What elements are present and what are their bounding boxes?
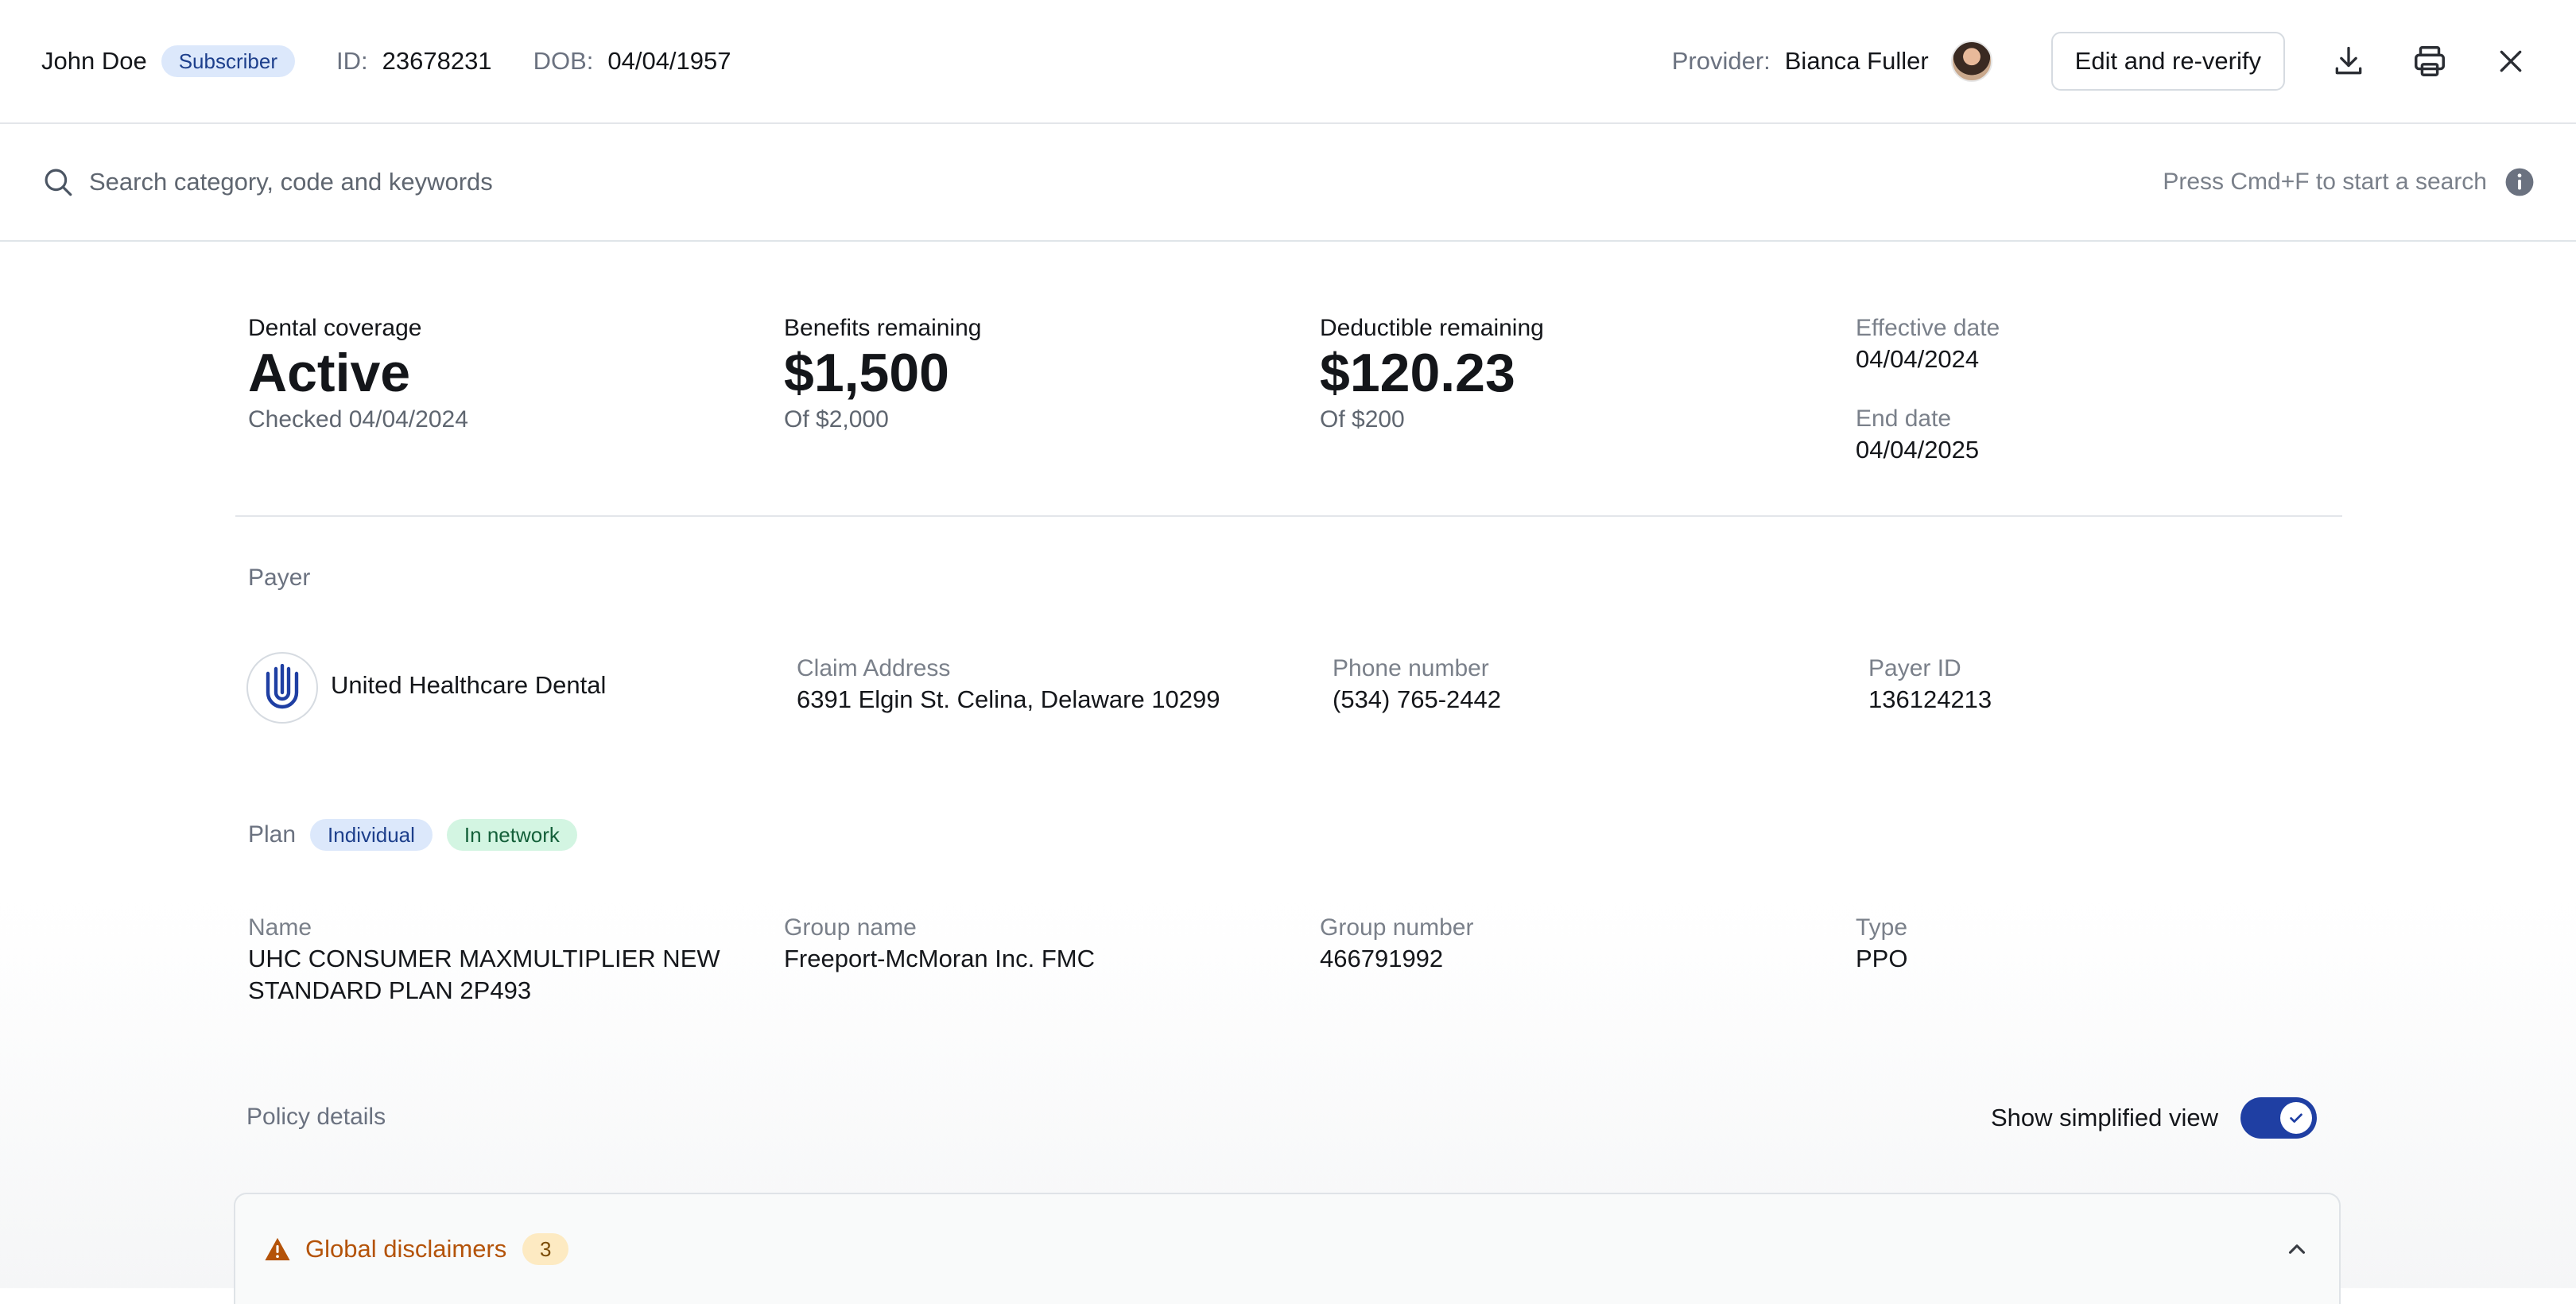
global-disclaimers-title: Global disclaimers bbox=[305, 1235, 507, 1263]
simplified-view-label: Show simplified view bbox=[1991, 1104, 2218, 1131]
dental-coverage-status: Active bbox=[248, 343, 411, 403]
search-icon bbox=[45, 169, 72, 196]
download-icon bbox=[2335, 46, 2362, 75]
plan-type-label: Type bbox=[1856, 914, 1908, 941]
payer-id: Payer ID 136124213 bbox=[1868, 655, 1992, 714]
benefits-remaining: Benefits remaining $1,500 Of $2,000 bbox=[784, 315, 981, 433]
search-bar: Press Cmd+F to start a search bbox=[0, 124, 2576, 242]
global-disclaimers-count: 3 bbox=[522, 1233, 569, 1265]
close-icon bbox=[2500, 50, 2522, 72]
phone-number-label: Phone number bbox=[1333, 655, 1489, 681]
dental-coverage: Dental coverage Active Checked 04/04/202… bbox=[248, 315, 468, 433]
check-icon bbox=[2290, 1113, 2302, 1123]
phone-number-value: (534) 765-2442 bbox=[1333, 685, 1501, 713]
coverage-summary: Dental coverage Active Checked 04/04/202… bbox=[235, 242, 2342, 517]
deductible-remaining-label: Deductible remaining bbox=[1320, 315, 1544, 341]
claim-address-value: 6391 Elgin St. Celina, Delaware 10299 bbox=[797, 685, 1220, 713]
simplified-view-control: Show simplified view bbox=[1991, 1097, 2317, 1139]
main-content: Dental coverage Active Checked 04/04/202… bbox=[234, 242, 2342, 1304]
close-button[interactable] bbox=[2487, 37, 2535, 85]
united-healthcare-logo-icon bbox=[266, 664, 299, 709]
search-hint: Press Cmd+F to start a search bbox=[2163, 169, 2487, 195]
group-name-value: Freeport-McMoran Inc. FMC bbox=[784, 945, 1096, 972]
chevron-up-icon[interactable] bbox=[2283, 1236, 2310, 1263]
group-name-label: Group name bbox=[784, 914, 917, 941]
end-date-value: 04/04/2025 bbox=[1856, 436, 1980, 464]
plan-name-label: Name bbox=[248, 914, 312, 941]
download-button[interactable] bbox=[2325, 37, 2372, 85]
patient-id-value: 23678231 bbox=[382, 47, 492, 75]
group-number-value: 466791992 bbox=[1320, 945, 1444, 972]
payer-id-value: 136124213 bbox=[1868, 685, 1992, 713]
info-icon[interactable] bbox=[2504, 167, 2535, 197]
patient-id: ID: 23678231 bbox=[336, 47, 492, 76]
edit-reverify-button[interactable]: Edit and re-verify bbox=[2050, 32, 2285, 91]
toggle-knob bbox=[2280, 1102, 2312, 1134]
deductible-remaining-value: $120.23 bbox=[1320, 343, 1515, 403]
provider-label: Provider: bbox=[1671, 47, 1771, 75]
group-name: Group name Freeport-McMoran Inc. FMC bbox=[784, 914, 1095, 973]
subscriber-badge: Subscriber bbox=[161, 45, 295, 77]
group-number-label: Group number bbox=[1320, 914, 1474, 941]
printer-icon bbox=[2415, 46, 2445, 76]
benefits-remaining-label: Benefits remaining bbox=[784, 315, 982, 341]
claim-address-label: Claim Address bbox=[797, 655, 951, 681]
end-date-label: End date bbox=[1856, 406, 1952, 432]
deductible-remaining: Deductible remaining $120.23 Of $200 bbox=[1320, 315, 1544, 433]
print-button[interactable] bbox=[2406, 37, 2454, 85]
patient-dob-label: DOB: bbox=[533, 47, 594, 75]
benefits-remaining-value: $1,500 bbox=[784, 343, 949, 403]
dental-coverage-checked: Checked 04/04/2024 bbox=[248, 406, 468, 433]
patient-name: John Doe bbox=[41, 47, 147, 75]
deductible-remaining-total: Of $200 bbox=[1320, 406, 1405, 433]
warning-icon bbox=[265, 1237, 290, 1261]
coverage-dates: Effective date 04/04/2024 End date 04/04… bbox=[1856, 315, 2000, 464]
dental-coverage-label: Dental coverage bbox=[248, 315, 422, 341]
provider-name: Bianca Fuller bbox=[1784, 47, 1929, 75]
payer-logo bbox=[246, 652, 318, 724]
benefits-remaining-total: Of $2,000 bbox=[784, 406, 889, 433]
patient-header: John Doe Subscriber ID: 23678231 DOB: 04… bbox=[0, 0, 2576, 124]
claim-address: Claim Address 6391 Elgin St. Celina, Del… bbox=[797, 655, 1220, 714]
payer-name: United Healthcare Dental bbox=[331, 671, 607, 699]
policy-details-label: Policy details bbox=[246, 1104, 386, 1130]
payer-phone: Phone number (534) 765-2442 bbox=[1333, 655, 1501, 714]
search-input[interactable] bbox=[87, 167, 1201, 197]
plan-type-value: PPO bbox=[1856, 945, 1908, 972]
patient-id-label: ID: bbox=[336, 47, 368, 75]
effective-date-value: 04/04/2024 bbox=[1856, 345, 1980, 373]
plan-name-line-2: STANDARD PLAN 2P493 bbox=[248, 976, 532, 1004]
global-disclaimers-accordion[interactable]: Global disclaimers 3 bbox=[234, 1193, 2341, 1304]
plan-section: Plan Individual In network bbox=[248, 819, 577, 851]
provider-avatar bbox=[1950, 41, 1992, 82]
effective-date-label: Effective date bbox=[1856, 315, 2000, 341]
plan-name-line-1: UHC CONSUMER MAXMULTIPLIER NEW bbox=[248, 945, 720, 972]
plan-in-network-badge: In network bbox=[446, 819, 577, 851]
group-number: Group number 466791992 bbox=[1320, 914, 1473, 973]
plan-individual-badge: Individual bbox=[310, 819, 433, 851]
plan-type: Type PPO bbox=[1856, 914, 1907, 973]
plan-section-label: Plan bbox=[248, 821, 297, 848]
patient-dob-value: 04/04/1957 bbox=[607, 47, 731, 75]
payer-section-label: Payer bbox=[248, 565, 311, 591]
payer-id-label: Payer ID bbox=[1868, 655, 1961, 681]
patient-dob: DOB: 04/04/1957 bbox=[533, 47, 731, 76]
simplified-view-toggle[interactable] bbox=[2240, 1097, 2317, 1139]
header-actions: Provider: Bianca Fuller Edit and re-veri… bbox=[1672, 32, 2535, 91]
plan-name: Name UHC CONSUMER MAXMULTIPLIER NEW STAN… bbox=[248, 914, 720, 1005]
